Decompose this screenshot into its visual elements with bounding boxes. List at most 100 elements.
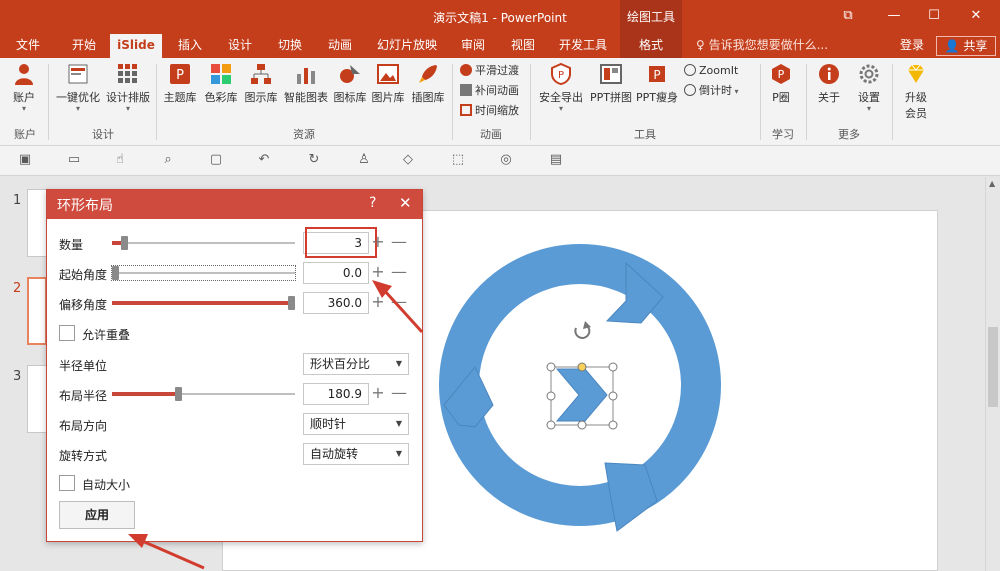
layout-direction-select[interactable]: 顺时针 ▼	[303, 413, 409, 435]
close-icon[interactable]: ✕	[399, 194, 412, 212]
upgrade-membership-button[interactable]: 升级 会员	[896, 62, 936, 121]
one-key-optimize-button[interactable]: 一键优化 ▾	[54, 62, 102, 113]
tab-review[interactable]: 审阅	[452, 34, 494, 58]
tween-animation-button[interactable]: 补间动画	[460, 82, 519, 100]
time-scale-button[interactable]: 时间缩放	[460, 102, 519, 120]
design-layout-button[interactable]: 设计排版 ▾	[104, 62, 152, 113]
tab-animations[interactable]: 动画	[318, 34, 362, 58]
offset-angle-slider[interactable]	[112, 296, 295, 310]
tab-file[interactable]: 文件	[8, 34, 48, 58]
offset-angle-slider-knob[interactable]	[288, 296, 295, 310]
text-box-icon[interactable]: ▤	[548, 152, 564, 168]
diagram-library-button[interactable]: 图示库	[242, 62, 280, 105]
tab-design[interactable]: 设计	[218, 34, 262, 58]
smooth-transition-button[interactable]: 平滑过渡	[460, 62, 519, 80]
svg-text:P: P	[653, 68, 660, 82]
tab-format[interactable]: 格式	[620, 34, 682, 58]
start-angle-minus-button[interactable]: —	[391, 262, 407, 284]
save-icon[interactable]: ▣	[17, 152, 33, 168]
smart-chart-button[interactable]: 智能图表	[282, 62, 330, 105]
offset-angle-input[interactable]: 360.0	[303, 292, 369, 314]
slide-thumbnail-3[interactable]	[27, 365, 47, 433]
settings-button[interactable]: 设置 ▾	[850, 62, 888, 113]
dialog-title-bar[interactable]: 环形布局 ? ✕	[47, 190, 422, 219]
layout-radius-label: 布局半径	[59, 389, 108, 403]
slim-icon: P	[649, 66, 665, 82]
slideshow-icon[interactable]: ▢	[208, 152, 224, 168]
start-angle-input[interactable]: 0.0	[303, 262, 369, 284]
merge-shapes-icon[interactable]: ◎	[498, 152, 514, 168]
tab-developer[interactable]: 开发工具	[552, 34, 614, 58]
offset-angle-plus-button[interactable]: +	[371, 292, 385, 314]
tab-islide[interactable]: iSlide	[110, 34, 162, 58]
theme-library-button[interactable]: P 主题库	[160, 62, 200, 105]
count-plus-button[interactable]: +	[371, 232, 385, 254]
svg-text:P: P	[176, 68, 184, 83]
image-library-button[interactable]: 图片库	[370, 62, 406, 105]
start-angle-slider-knob[interactable]	[112, 266, 119, 280]
group-label-tools: 工具	[634, 128, 656, 141]
safe-export-button[interactable]: P 安全导出 ▾	[536, 62, 586, 113]
circular-layout-dialog: 环形布局 ? ✕ 数量 3 + — 起始角度 0.0 + — 偏移角度 360.…	[46, 189, 423, 542]
count-slider-knob[interactable]	[121, 236, 128, 250]
auto-size-checkbox[interactable]	[59, 475, 75, 491]
apply-button[interactable]: 应用	[59, 501, 135, 529]
layout-radius-slider-knob[interactable]	[175, 387, 182, 401]
start-angle-plus-button[interactable]: +	[371, 262, 385, 284]
maximize-button[interactable]: ☐	[914, 0, 954, 34]
redo-icon[interactable]: ↻	[306, 152, 322, 168]
zoomit-button[interactable]: ZoomIt	[684, 62, 738, 80]
account-button[interactable]: 账户 ▾	[6, 62, 42, 113]
group-icon[interactable]: ⬚	[450, 152, 466, 168]
close-window-button[interactable]: ✕	[956, 0, 996, 34]
ppt-merge-button[interactable]: PPT拼图	[588, 62, 634, 105]
layout-radius-slider[interactable]	[112, 387, 295, 401]
undo-icon[interactable]: ↶	[256, 152, 272, 168]
color-library-button[interactable]: 色彩库	[202, 62, 240, 105]
slide-thumbnail-2[interactable]	[27, 277, 47, 345]
format-painter-icon[interactable]: ♙	[356, 152, 372, 168]
slide-number: 2	[13, 281, 22, 296]
login-link[interactable]: 登录	[900, 34, 924, 58]
chevron-shape[interactable]	[555, 368, 608, 422]
offset-angle-minus-button[interactable]: —	[391, 292, 407, 314]
group-label-account: 账户	[14, 128, 36, 141]
layout-radius-plus-button[interactable]: +	[371, 383, 385, 405]
tab-transitions[interactable]: 切换	[268, 34, 312, 58]
minimize-button[interactable]: —	[874, 0, 914, 34]
slide-thumbnail-1[interactable]	[27, 189, 47, 257]
open-folder-icon[interactable]: ▭	[66, 152, 82, 168]
help-icon[interactable]: ?	[369, 195, 376, 211]
auto-size-label: 自动大小	[82, 478, 131, 492]
about-button[interactable]: 关于	[812, 62, 846, 105]
count-minus-button[interactable]: —	[391, 232, 407, 254]
p-circle-button[interactable]: P P圈	[764, 62, 798, 105]
allow-overlap-checkbox[interactable]	[59, 325, 75, 341]
vertical-scrollbar[interactable]: ▲	[985, 177, 1000, 571]
count-slider[interactable]	[112, 236, 295, 250]
chevron-down-icon: ▼	[395, 419, 402, 428]
scroll-up-arrow-icon[interactable]: ▲	[989, 179, 995, 188]
icon-library-button[interactable]: 图标库	[332, 62, 368, 105]
tab-slideshow[interactable]: 幻灯片放映	[370, 34, 444, 58]
tab-insert[interactable]: 插入	[168, 34, 212, 58]
illustration-library-button[interactable]: 插图库	[408, 62, 448, 105]
tell-me-box[interactable]: ♀ 告诉我您想要做什么...	[696, 34, 828, 58]
ribbon-display-options-button[interactable]: ⧉	[828, 0, 868, 34]
share-button[interactable]: 👤 共享	[936, 36, 996, 56]
tab-view[interactable]: 视图	[502, 34, 544, 58]
countdown-button[interactable]: 倒计时 ▾	[684, 82, 739, 100]
scrollbar-thumb[interactable]	[988, 327, 998, 407]
radius-unit-select[interactable]: 形状百分比 ▼	[303, 353, 409, 375]
shapes-icon[interactable]: ◇	[400, 152, 416, 168]
tab-home[interactable]: 开始	[62, 34, 106, 58]
radius-unit-label: 半径单位	[59, 359, 108, 373]
layout-radius-input[interactable]: 180.9	[303, 383, 369, 405]
ppt-slim-button[interactable]: P PPT瘦身	[634, 62, 680, 105]
touch-mode-icon[interactable]: ☝	[112, 152, 128, 168]
rotation-mode-select[interactable]: 自动旋转 ▼	[303, 443, 409, 465]
layout-direction-label: 布局方向	[59, 419, 108, 433]
start-angle-slider[interactable]	[111, 265, 296, 281]
layout-radius-minus-button[interactable]: —	[391, 383, 407, 405]
print-preview-icon[interactable]: ⌕	[160, 152, 176, 168]
